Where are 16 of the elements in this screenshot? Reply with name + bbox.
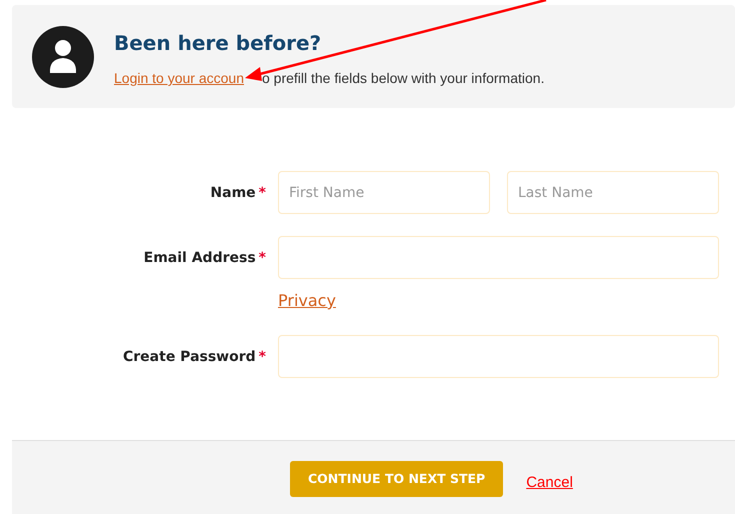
text-field[interactable] bbox=[278, 236, 719, 279]
continue-button[interactable]: CONTINUE TO NEXT STEP bbox=[290, 461, 504, 497]
text-field[interactable]: Last Name bbox=[507, 171, 719, 214]
text-field[interactable] bbox=[278, 335, 719, 378]
cancel-link[interactable]: Cancel bbox=[526, 472, 573, 494]
required-mark: * bbox=[258, 249, 266, 268]
login-link[interactable]: Login to your accoun bbox=[114, 68, 244, 89]
field-label: Create Password bbox=[123, 348, 256, 367]
banner-text: o prefill the fields below with your information. bbox=[262, 69, 544, 88]
banner-title: Been here before? bbox=[114, 30, 322, 57]
required-mark: * bbox=[258, 184, 266, 203]
required-mark: * bbox=[258, 348, 266, 367]
text-field[interactable]: First Name bbox=[278, 171, 490, 214]
field-label: Name bbox=[210, 184, 256, 203]
field-label: Email Address bbox=[144, 249, 256, 268]
privacy-link[interactable]: Privacy bbox=[278, 291, 336, 310]
